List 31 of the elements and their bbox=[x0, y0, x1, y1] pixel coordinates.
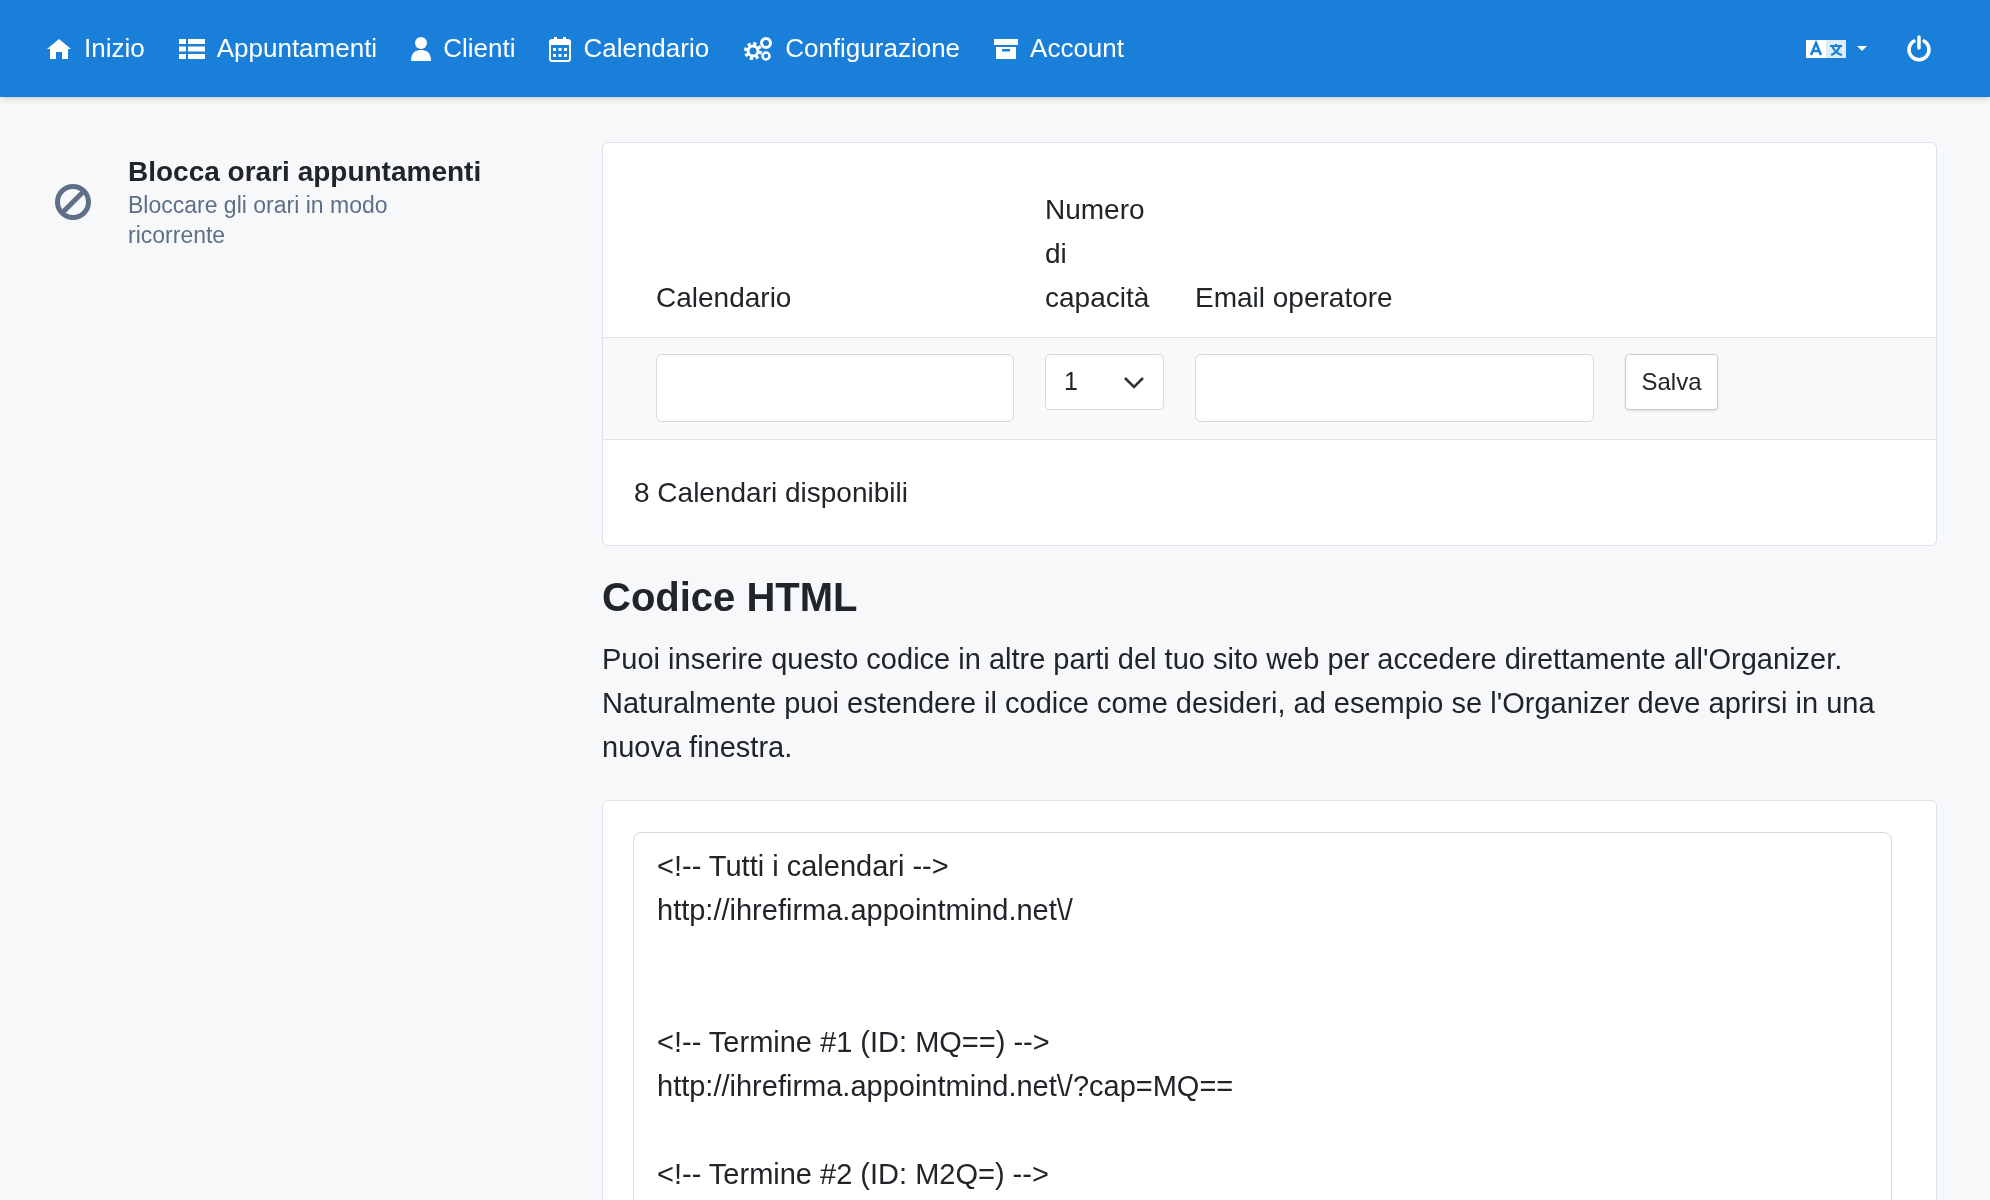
home-icon bbox=[46, 37, 72, 60]
code-field[interactable]: <!-- Tutti i calendari --> http://ihrefirma.appointmind.net\/ <!-- Termine #1 (ID: MQ==) --> http://ihrefirma.appointmind.net\/?cap=MQ== <!-- Termine #2 (ID: M2Q=) --> bbox=[633, 832, 1892, 1200]
calendar-input[interactable] bbox=[656, 354, 1014, 422]
nav-link[interactable]: Configurazione bbox=[743, 29, 961, 68]
calendar-count: 8 Calendari disponibili bbox=[634, 475, 908, 510]
chevron-down-icon bbox=[1123, 375, 1145, 389]
archive-box-icon bbox=[994, 37, 1019, 60]
nav-link[interactable]: Account bbox=[994, 29, 1124, 68]
section-heading: Codice HTML bbox=[602, 574, 859, 621]
description-text: Puoi inserire questo codice in altre parti del tuo sito web per accedere direttamente all'Organizer. Naturalmente puoi estendere il codice come desideri, ad esempio se l'Organizer deve aprirsi in una nuova finestra. bbox=[602, 642, 1876, 765]
save-button[interactable]: Salva bbox=[1625, 354, 1718, 410]
sidebar-item-subtitle: Bloccare gli orari in modo ricorrente bbox=[128, 191, 389, 250]
nav-link[interactable]: Clienti bbox=[411, 29, 516, 68]
sidebar-item-title[interactable]: Blocca orari appuntamenti bbox=[128, 154, 508, 190]
ban-icon bbox=[54, 183, 92, 221]
power-icon[interactable] bbox=[1906, 34, 1932, 63]
gears-icon bbox=[743, 35, 774, 62]
translate-icon bbox=[1806, 37, 1848, 60]
calendar-icon bbox=[549, 35, 572, 62]
email-input[interactable] bbox=[1195, 354, 1594, 422]
nav-link[interactable]: Appuntamenti bbox=[178, 29, 378, 68]
list-icon bbox=[178, 37, 205, 60]
language-menu[interactable] bbox=[1806, 37, 1868, 60]
user-icon bbox=[411, 36, 432, 61]
column-header: Email operatore bbox=[1195, 281, 1394, 315]
caret-icon bbox=[1856, 44, 1868, 53]
column-header: Numero di capacità bbox=[1045, 193, 1151, 315]
column-header: Calendario bbox=[656, 281, 793, 315]
nav-link[interactable]: Inizio bbox=[46, 29, 145, 68]
capacity-select[interactable]: 1 bbox=[1045, 354, 1164, 410]
nav-link[interactable]: Calendario bbox=[549, 29, 710, 68]
